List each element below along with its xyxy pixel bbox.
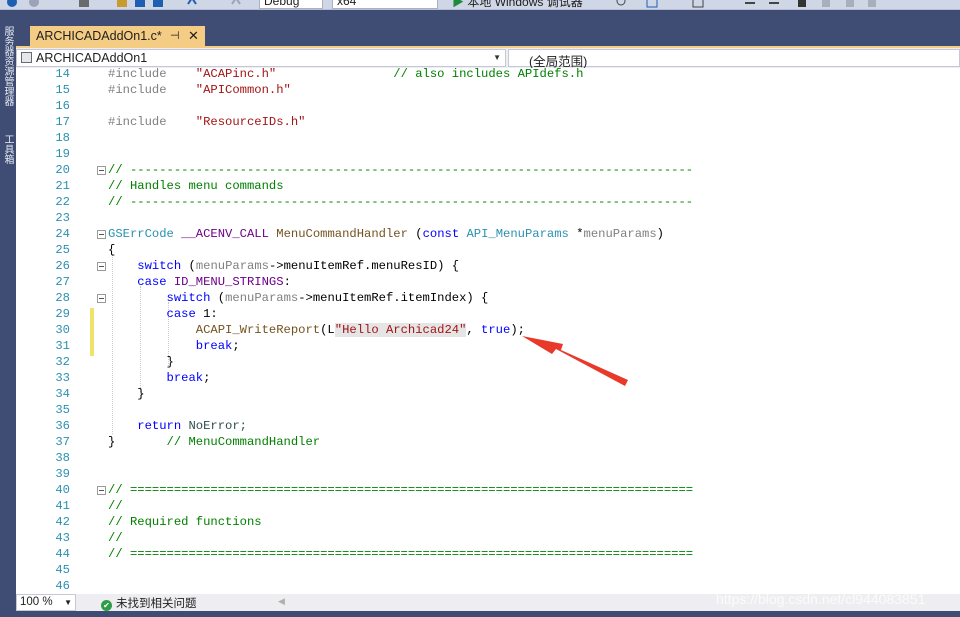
new-item-icon[interactable] (78, 0, 90, 8)
issues-label: 未找到相关问题 (116, 598, 197, 610)
platform-select[interactable]: x64 (332, 0, 438, 9)
issues-indicator[interactable]: ✔ 未找到相关问题 (101, 595, 197, 611)
navigation-bar: ARCHICADAddOn1 ▼ (全局范围) (16, 48, 960, 69)
red-arrow-annotation (522, 336, 628, 386)
side-tool-strip: 服务器资源管理器 工具箱 (0, 10, 14, 617)
scope-label: (全局范围) (529, 55, 588, 69)
config-select[interactable]: Debug (259, 0, 323, 9)
code-editor[interactable]: 14 #include "ACAPinc.h" // also includes … (16, 68, 960, 594)
server-explorer-tab[interactable]: 服务器资源管理器 (1, 26, 13, 106)
run-debugger-button[interactable]: ▶ 本地 Windows 调试器 (452, 0, 583, 9)
project-dropdown[interactable]: ARCHICADAddOn1 ▼ (16, 49, 506, 67)
window-icon[interactable] (692, 0, 704, 8)
run-debugger-label: 本地 Windows 调试器 (467, 0, 583, 9)
bookmark-icon[interactable] (796, 0, 808, 8)
chevron-down-icon: ▼ (493, 53, 501, 62)
chevron-down-icon: ▼ (64, 598, 72, 607)
forward-icon[interactable] (28, 0, 40, 8)
check-circle-icon: ✔ (101, 600, 112, 611)
toolbox-tab[interactable]: 工具箱 (1, 134, 13, 164)
bookmark-next-icon[interactable] (844, 0, 856, 8)
document-tab-title: ARCHICADAddOn1.c* (36, 29, 162, 43)
redo-icon[interactable] (230, 0, 242, 8)
document-tab-bar: ARCHICADAddOn1.c* ⊣ ✕ (14, 10, 960, 46)
document-tab[interactable]: ARCHICADAddOn1.c* ⊣ ✕ (30, 26, 205, 46)
back-icon[interactable] (6, 0, 18, 8)
project-icon (21, 52, 32, 63)
tool-icon[interactable] (646, 0, 658, 8)
indent-icon[interactable] (768, 0, 780, 8)
scroll-left-icon[interactable]: ◀ (278, 596, 285, 607)
watermark: https://blog.csdn.net/cl944083851 (716, 591, 926, 607)
save-all-icon[interactable] (152, 0, 164, 8)
zoom-value: 100 % (20, 596, 53, 608)
bookmark-clear-icon[interactable] (866, 0, 878, 8)
pin-tab-icon[interactable]: ⊣ (170, 29, 180, 42)
align-icon[interactable] (744, 0, 756, 8)
play-icon: ▶ (452, 0, 465, 9)
open-icon[interactable] (116, 0, 128, 8)
close-tab-icon[interactable]: ✕ (188, 28, 199, 44)
toolbar: Debug x64 ▶ 本地 Windows 调试器 (0, 0, 960, 10)
undo-icon[interactable] (186, 0, 198, 8)
save-icon[interactable] (134, 0, 146, 8)
project-name: ARCHICADAddOn1 (36, 51, 148, 65)
scope-dropdown[interactable]: (全局范围) (508, 49, 960, 69)
zoom-dropdown[interactable]: 100 % ▼ (16, 594, 76, 611)
bookmark-prev-icon[interactable] (820, 0, 832, 8)
window-bottom-edge (0, 611, 960, 617)
search-icon[interactable] (616, 0, 628, 8)
